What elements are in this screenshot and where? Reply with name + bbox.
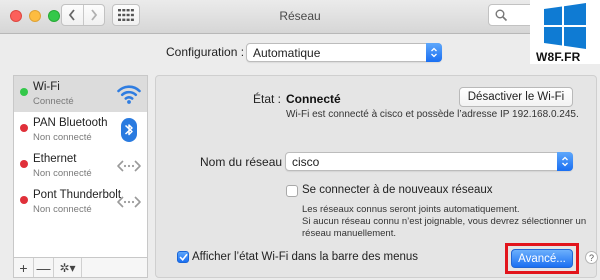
network-item-thunderbolt-bridge[interactable]: Pont Thunderbolt Non connecté [14,184,147,220]
title-bar: Réseau [0,0,600,34]
thunderbolt-arrows-icon [117,196,141,208]
network-item-status: Non connecté [33,132,92,143]
connection-description: Wi-Fi est connecté à cisco et possède l’… [286,109,579,120]
join-new-networks-label: Se connecter à de nouveaux réseaux [302,184,493,196]
checkmark-icon [179,253,187,261]
search-icon [495,9,508,22]
show-wifi-status-checkbox[interactable] [177,251,189,263]
network-item-pan-bluetooth[interactable]: PAN Bluetooth Non connecté [14,112,147,148]
watermark-text: W8F.FR [536,50,581,64]
configuration-value: Automatique [253,46,321,60]
actions-gear-button[interactable]: ✲▾ [54,258,82,277]
network-item-status: Non connecté [33,168,92,179]
updown-chevron-icon [426,43,442,62]
status-dot [20,124,28,132]
network-service-list: Wi-Fi Connecté PAN Bluetooth Non connect… [13,75,148,258]
add-service-button[interactable]: + [14,258,34,277]
network-item-name: PAN Bluetooth [33,117,108,129]
advanced-button[interactable]: Avancé... [511,249,573,268]
network-name-label: Nom du réseau : [200,155,289,169]
status-dot [20,196,28,204]
join-new-note-line: Si aucun réseau connu n’est joignable, v… [302,216,587,227]
disable-wifi-button[interactable]: Désactiver le Wi-Fi [459,87,573,107]
status-dot [20,88,28,96]
ethernet-arrows-icon [117,160,141,172]
remove-service-button[interactable]: — [34,258,54,277]
state-label: État : [253,92,282,106]
help-button[interactable]: ? [585,251,598,264]
network-item-name: Pont Thunderbolt [33,189,122,201]
join-new-note-line: réseau manuellement. [302,228,396,239]
network-item-wifi[interactable]: Wi-Fi Connecté [14,76,147,112]
configuration-popup[interactable]: Automatique [246,43,442,62]
bluetooth-icon [121,118,137,142]
network-item-status: Non connecté [33,204,92,215]
network-item-status: Connecté [33,96,74,107]
status-dot [20,160,28,168]
join-new-note-line: Les réseaux connus seront joints automat… [302,204,520,215]
network-item-name: Ethernet [33,153,77,165]
show-wifi-status-label: Afficher l’état Wi-Fi dans la barre des … [192,251,419,263]
network-name-value: cisco [292,155,320,169]
join-new-networks-checkbox[interactable] [286,185,298,197]
wifi-icon [117,85,141,104]
network-name-popup[interactable]: cisco [285,152,573,171]
network-item-name: Wi-Fi [33,81,60,93]
state-value: Connecté [286,92,341,106]
list-toolbar: + — ✲▾ [13,258,148,278]
network-item-ethernet[interactable]: Ethernet Non connecté [14,148,147,184]
configuration-label: Configuration : [166,45,245,59]
updown-chevron-icon [557,152,573,171]
